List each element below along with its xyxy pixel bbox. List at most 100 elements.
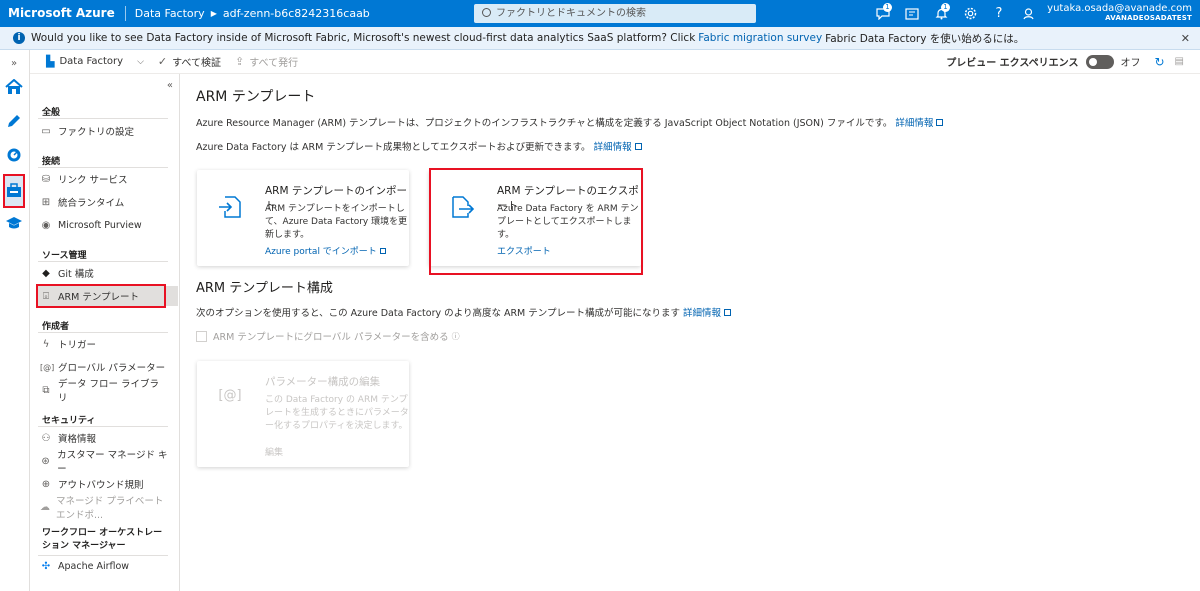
export-highlight-frame <box>429 168 643 275</box>
banner-text: Would you like to see Data Factory insid… <box>31 32 696 44</box>
nav-triggers[interactable]: ϟ トリガー <box>40 334 168 354</box>
expand-rail-icon[interactable]: » <box>3 52 25 74</box>
factory-icon: ▙ <box>46 55 55 68</box>
divider <box>38 261 168 262</box>
pencil-icon[interactable] <box>3 110 25 132</box>
nav-label: Git 構成 <box>58 269 94 280</box>
checkbox-label: ARM テンプレートにグローバル パラメーターを含める <box>213 332 449 343</box>
external-link-icon <box>379 248 386 254</box>
nav-outbound-rules[interactable]: ⊕ アウトバウンド規則 <box>40 474 168 494</box>
runtime-icon: ⊞ <box>41 196 51 208</box>
validate-all-button[interactable]: ✓ すべて検証 <box>158 54 221 69</box>
nav-dataflow-libraries[interactable]: ⧉ データ フロー ライブラリ <box>40 379 168 404</box>
nav-label: Apache Airflow <box>58 560 130 572</box>
external-link-icon <box>724 309 732 316</box>
top-bar: Microsoft Azure Data Factory ▶ adf-zenn-… <box>0 0 1200 27</box>
edit-link[interactable]: 編集 <box>265 445 283 458</box>
close-icon[interactable]: ✕ <box>1181 32 1190 45</box>
import-portal-label: Azure portal でインポート <box>265 247 377 257</box>
include-global-params-checkbox[interactable]: ARM テンプレートにグローバル パラメーターを含める ⓘ <box>196 329 460 343</box>
nav-private-endpoints[interactable]: ☁ マネージド プライベート エンドポ... <box>40 496 168 521</box>
nav-customer-managed-key[interactable]: ⊛ カスタマー マネージド キー <box>40 450 168 475</box>
divider <box>38 426 168 427</box>
nav-credentials[interactable]: ⚇ 資格情報 <box>40 428 168 448</box>
parameter-icon: [@] <box>40 362 55 372</box>
nav-global-parameters[interactable]: [@] グローバル パラメーター <box>40 357 168 377</box>
nav-arm-template[interactable]: ⌻ ARM テンプレート <box>36 284 178 308</box>
import-icon <box>219 196 241 218</box>
library-icon: ⧉ <box>42 384 50 396</box>
monitor-icon[interactable] <box>3 144 25 166</box>
external-link-icon <box>936 119 944 126</box>
parameter-card-desc: この Data Factory の ARM テンプレートを生成するときにパラメー… <box>265 395 409 431</box>
chevron-down-icon: ⌵ <box>137 56 144 67</box>
checkmark-icon: ✓ <box>157 55 168 68</box>
nav-apache-airflow[interactable]: ✣ Apache Airflow <box>40 556 168 576</box>
bell-icon[interactable]: 1 <box>930 0 952 27</box>
parameter-config-card[interactable]: [@] パラメーター構成の編集 この Data Factory の ARM テン… <box>197 361 409 467</box>
user-account[interactable]: yutaka.osada@avanade.com AVANADEOSADATES… <box>1047 3 1192 22</box>
section-source-control: ソース管理 <box>42 251 87 261</box>
breadcrumb-data-factory[interactable]: Data Factory <box>126 7 205 20</box>
section-general: 全般 <box>42 108 61 118</box>
parameter-card-title: パラメーター構成の編集 <box>265 376 381 388</box>
preview-label: プレビュー エクスペリエンス <box>946 58 1079 69</box>
upload-icon: ⇪ <box>235 55 245 68</box>
nav-factory-settings[interactable]: ▭ ファクトリの設定 <box>40 121 168 141</box>
chat-bubble-icon[interactable]: 1 <box>872 0 894 27</box>
refresh-icon[interactable]: ↻ <box>1154 55 1164 69</box>
learn-more-link[interactable]: 詳細情報 <box>895 118 933 129</box>
import-card[interactable]: ARM テンプレートのインポート ARM テンプレートをインポートして、Azur… <box>197 170 409 266</box>
section-workflow: ワークフロー オーケストレーション マネージャー <box>42 528 163 551</box>
config-title: ARM テンプレート構成 <box>196 281 333 296</box>
gear-icon[interactable] <box>959 0 981 27</box>
search-input[interactable]: ファクトリとドキュメントの検索 <box>474 4 756 23</box>
parameter-icon: [@] <box>218 388 242 403</box>
graduation-cap-icon[interactable] <box>3 212 25 234</box>
toolbar: ▙ Data Factory ⌵ ✓ すべて検証 ⇪ すべて発行 プレビュー エ… <box>30 50 1200 74</box>
learn-more-link[interactable]: 詳細情報 <box>594 142 632 153</box>
config-description: 次のオプションを使用すると、この Azure Data Factory のより高… <box>196 305 732 319</box>
import-portal-link[interactable]: Azure portal でインポート <box>265 244 386 257</box>
notification-badge: 1 <box>941 3 950 12</box>
description-1: Azure Resource Manager (ARM) テンプレートは、プロジ… <box>196 115 944 129</box>
publish-all-button[interactable]: ⇪ すべて発行 <box>235 54 298 69</box>
airflow-icon: ✣ <box>41 560 51 572</box>
section-connections: 接続 <box>42 157 61 167</box>
fabric-banner: i Would you like to see Data Factory ins… <box>0 27 1200 50</box>
nav-label: トリガー <box>58 340 97 351</box>
info-icon: i <box>13 32 25 44</box>
preview-toggle[interactable] <box>1086 54 1115 69</box>
nav-linked-services[interactable]: ⛁ リンク サービス <box>40 169 168 189</box>
nav-label: グローバル パラメーター <box>58 363 166 374</box>
config-description-text: 次のオプションを使用すると、この Azure Data Factory のより高… <box>196 308 680 319</box>
switch-directory-icon[interactable] <box>901 0 923 27</box>
left-rail: » <box>0 50 30 591</box>
properties-icon[interactable]: ▤ <box>1175 56 1184 67</box>
divider <box>38 332 168 333</box>
nav-purview[interactable]: ◉ Microsoft Purview <box>40 215 168 235</box>
checkbox-box <box>196 330 207 342</box>
cloud-icon: ☁ <box>40 501 50 513</box>
description-2-text: Azure Data Factory は ARM テンプレート成果物としてエクス… <box>196 142 591 153</box>
nav-label: 資格情報 <box>58 434 97 445</box>
help-icon[interactable]: ? <box>988 0 1010 27</box>
page-title: ARM テンプレート <box>196 89 316 105</box>
home-icon[interactable] <box>3 76 25 98</box>
breadcrumb-factory-name[interactable]: adf-zenn-b6c8242316caab <box>223 7 370 20</box>
manage-icon[interactable] <box>3 174 25 208</box>
fabric-survey-link[interactable]: Fabric migration survey <box>698 32 822 44</box>
nav-git-config[interactable]: ◆ Git 構成 <box>40 263 168 283</box>
collapse-icon[interactable]: « <box>167 80 173 91</box>
manage-sidenav: « 全般 ▭ ファクトリの設定 接続 ⛁ リンク サービス ⊞ 統合ランタイム ◉ Mi… <box>30 74 180 591</box>
learn-more-link[interactable]: 詳細情報 <box>683 308 721 319</box>
nav-integration-runtimes[interactable]: ⊞ 統合ランタイム <box>40 192 168 212</box>
search-placeholder: ファクトリとドキュメントの検索 <box>496 8 646 19</box>
nav-label: 統合ランタイム <box>58 198 125 209</box>
factory-dropdown[interactable]: ▙ Data Factory ⌵ <box>46 55 144 68</box>
feedback-icon[interactable] <box>1017 0 1039 27</box>
azure-brand[interactable]: Microsoft Azure <box>0 6 126 21</box>
nav-label: ファクトリの設定 <box>58 127 135 138</box>
description-1-text: Azure Resource Manager (ARM) テンプレートは、プロジ… <box>196 118 893 129</box>
publish-all-label: すべて発行 <box>249 58 299 69</box>
